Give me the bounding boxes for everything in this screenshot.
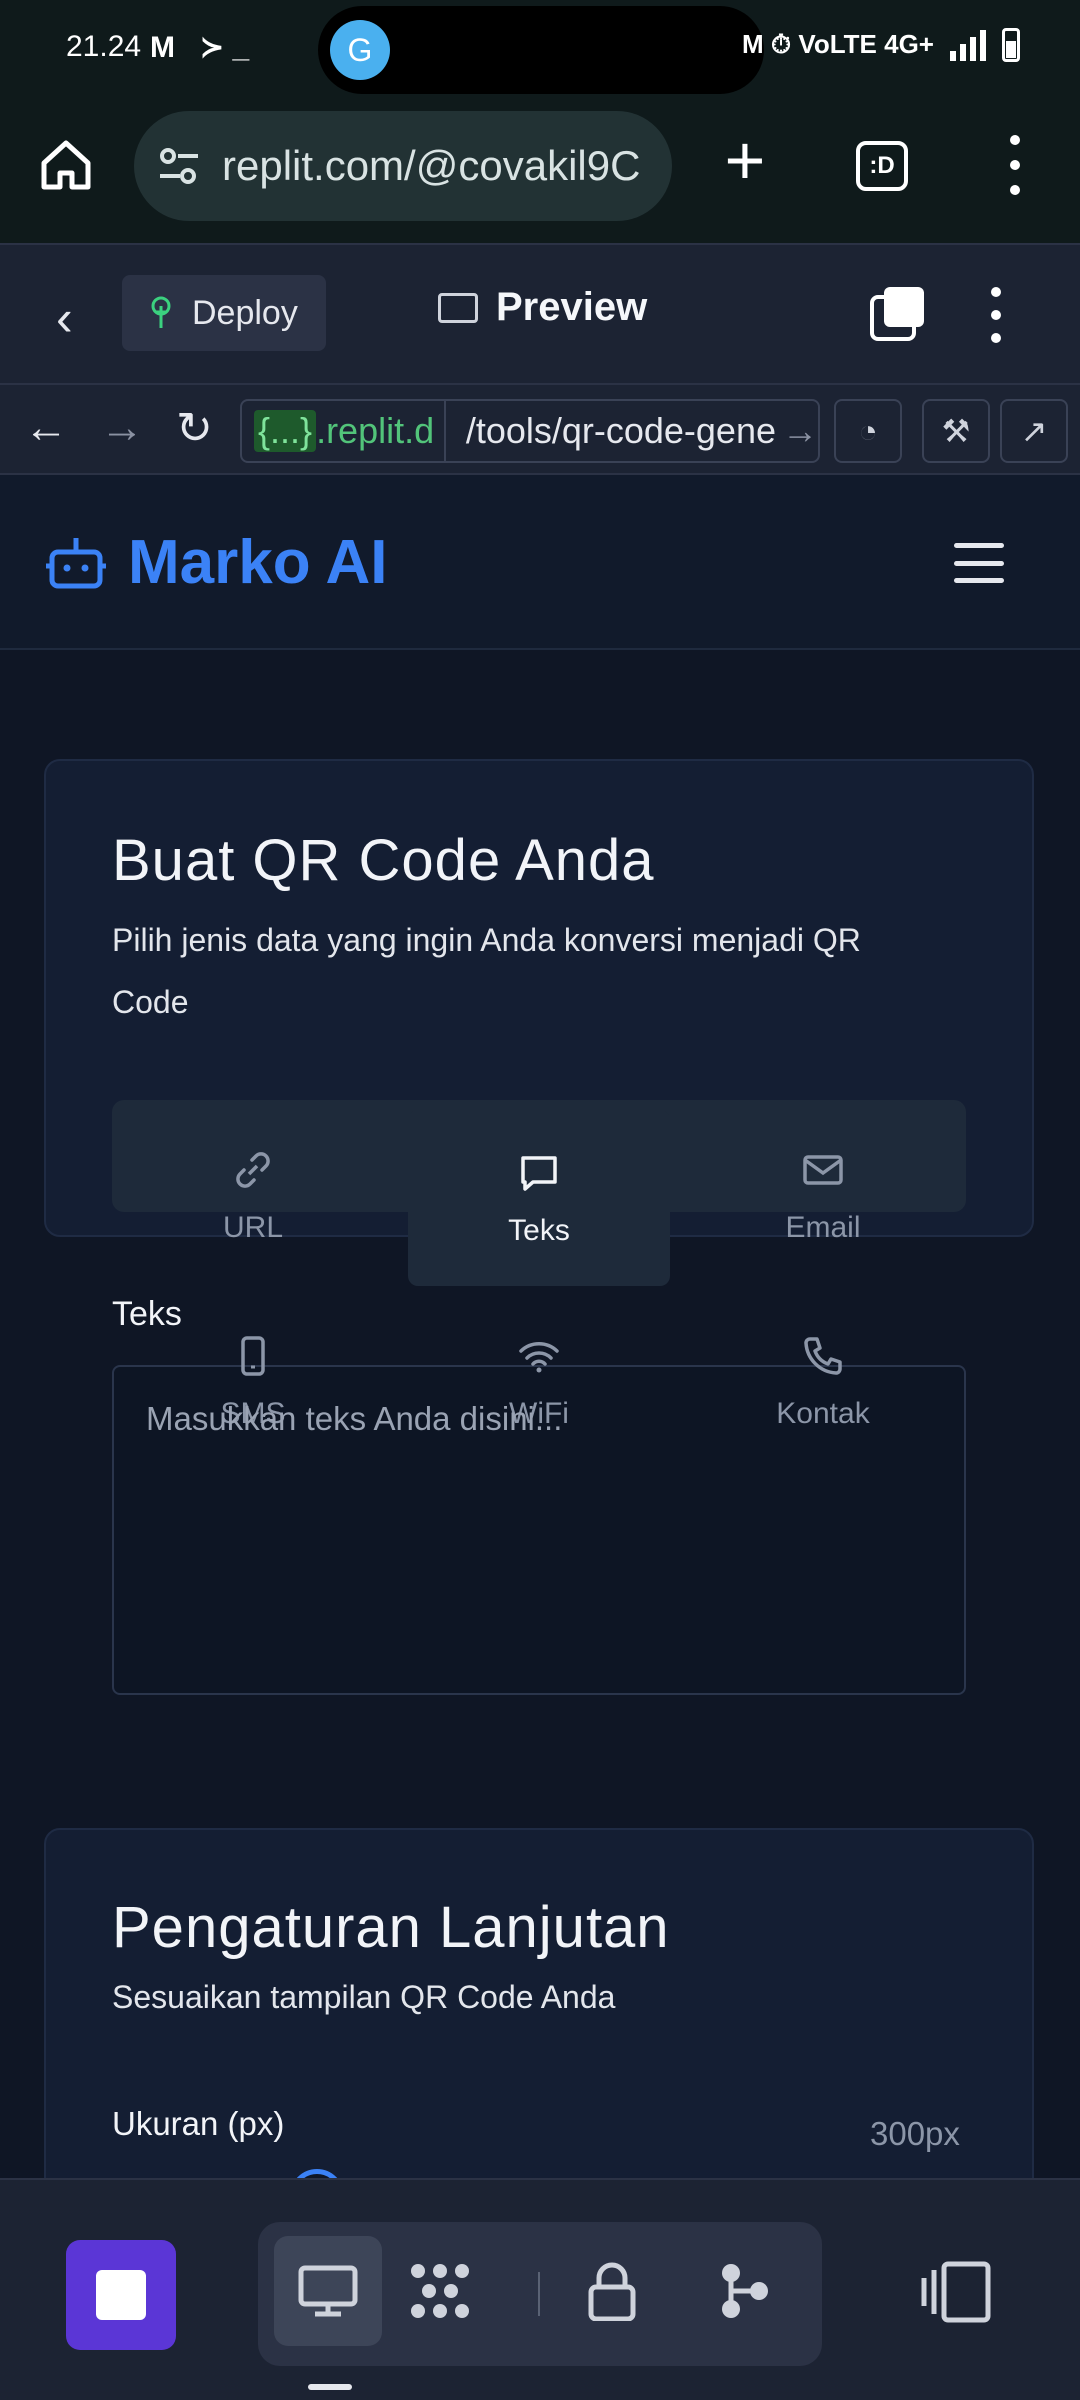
status-left-icons: M ≻_ bbox=[150, 31, 258, 64]
battery-icon bbox=[1002, 28, 1020, 62]
domain-text: .replit.d bbox=[316, 410, 435, 451]
panel-toggle-icon[interactable] bbox=[920, 2252, 1000, 2332]
screen: 21.24 M ≻_ G M ⏱ VoLTE 4G+ replit.com/@c… bbox=[0, 0, 1080, 2400]
replit-more-button[interactable] bbox=[986, 287, 1006, 343]
wifi-icon bbox=[519, 1342, 559, 1373]
wrench-icon[interactable]: ⚒ bbox=[922, 399, 990, 463]
preview-tab[interactable]: Preview bbox=[438, 285, 647, 330]
preview-url-field[interactable]: {...} .replit.d /tools/qr-code-gene → bbox=[240, 399, 820, 463]
lock-icon[interactable] bbox=[558, 2236, 666, 2346]
tab-email[interactable]: Email bbox=[692, 1147, 954, 1245]
gesture-bar bbox=[308, 2384, 352, 2390]
status-bar: 21.24 M ≻_ G M ⏱ VoLTE 4G+ bbox=[0, 0, 1080, 105]
preview-forward-icon[interactable]: → bbox=[100, 403, 144, 453]
dock-tool-group bbox=[258, 2222, 822, 2366]
create-card-subtitle-1: Pilih jenis data yang ingin Anda konvers… bbox=[112, 922, 861, 958]
robot-icon bbox=[46, 537, 106, 588]
phone-icon bbox=[241, 1336, 265, 1376]
preview-navbar: ← → ↻ {...} .replit.d /tools/qr-code-gen… bbox=[0, 383, 1080, 475]
tab-switcher-button[interactable]: :D bbox=[856, 141, 908, 191]
advanced-card-subtitle: Sesuaikan tampilan QR Code Anda bbox=[112, 1979, 616, 2015]
size-label: Ukuran (px) bbox=[112, 2105, 285, 2142]
go-arrow-icon[interactable]: → bbox=[776, 410, 818, 452]
tab-kontak-label: Kontak bbox=[776, 1397, 870, 1430]
tab-teks[interactable]: Teks bbox=[408, 1110, 670, 1286]
text-field-label: Teks bbox=[112, 1295, 182, 1333]
palette-icon[interactable]: ◔ bbox=[834, 399, 902, 463]
site-header: Marko AI bbox=[0, 475, 1080, 650]
browser-toolbar: replit.com/@covakil9C + :D bbox=[0, 105, 1080, 243]
deploy-button[interactable]: Deploy bbox=[122, 275, 326, 351]
status-right-icons: M ⏱ VoLTE 4G+ bbox=[742, 28, 1020, 62]
google-avatar-icon: G bbox=[330, 20, 390, 80]
back-button[interactable]: ‹ bbox=[56, 289, 73, 347]
brand-name: Marko AI bbox=[128, 528, 388, 597]
message-icon bbox=[521, 1156, 557, 1191]
deploy-label: Deploy bbox=[192, 293, 298, 332]
preview-domain: {...} .replit.d bbox=[242, 401, 446, 461]
preview-path: /tools/qr-code-gene bbox=[465, 410, 776, 451]
new-tab-button[interactable]: + bbox=[710, 125, 780, 197]
address-bar-url: replit.com/@covakil9C bbox=[222, 142, 641, 189]
preview-label: Preview bbox=[496, 285, 648, 329]
apps-dock-icon[interactable] bbox=[386, 2236, 494, 2346]
tab-url[interactable]: URL bbox=[122, 1147, 384, 1245]
signal-icon bbox=[950, 30, 986, 61]
status-time: 21.24 bbox=[66, 30, 142, 63]
create-card-subtitle-2: Code bbox=[112, 984, 189, 1020]
preview-back-icon[interactable]: ← bbox=[24, 403, 68, 453]
site-settings-icon[interactable] bbox=[158, 145, 200, 187]
status-right-text: M ⏱ VoLTE 4G+ bbox=[742, 29, 934, 59]
preview-dock-icon[interactable] bbox=[274, 2236, 382, 2346]
monitor-icon bbox=[438, 292, 478, 323]
replit-header: ‹ Deploy Preview bbox=[0, 243, 1080, 383]
stop-button[interactable] bbox=[66, 2240, 176, 2350]
home-icon[interactable] bbox=[36, 135, 96, 195]
stop-icon bbox=[96, 2270, 146, 2320]
reload-icon[interactable]: ↻ bbox=[176, 403, 213, 454]
web-content: Marko AI Buat QR Code Anda Pilih jenis d… bbox=[0, 475, 1080, 2178]
tabs-stack-icon[interactable] bbox=[870, 287, 924, 341]
advanced-card-title: Pengaturan Lanjutan bbox=[112, 1895, 670, 1960]
hamburger-menu-icon[interactable] bbox=[954, 543, 1004, 583]
link-icon bbox=[236, 1152, 270, 1188]
browser-menu-button[interactable] bbox=[1000, 135, 1030, 195]
tab-email-label: Email bbox=[785, 1211, 861, 1244]
mail-icon bbox=[803, 1155, 843, 1185]
brand[interactable]: Marko AI bbox=[46, 527, 388, 598]
dock-separator bbox=[538, 2272, 540, 2316]
create-card-title: Buat QR Code Anda bbox=[112, 828, 655, 893]
text-input-placeholder: Masukkan teks Anda disini... bbox=[146, 1400, 563, 1437]
tab-teks-label: Teks bbox=[508, 1214, 570, 1247]
deploy-icon bbox=[151, 296, 171, 328]
size-value: 300px bbox=[870, 2115, 960, 2152]
address-bar[interactable]: replit.com/@covakil9C bbox=[134, 111, 672, 221]
open-external-icon[interactable]: ↗ bbox=[1000, 399, 1068, 463]
replit-bottom-dock bbox=[0, 2178, 1080, 2400]
contact-phone-icon bbox=[804, 1337, 842, 1375]
domain-brace: {...} bbox=[254, 410, 317, 452]
tab-url-label: URL bbox=[222, 1211, 283, 1244]
tab-kontak[interactable]: Kontak bbox=[692, 1333, 954, 1431]
git-branch-icon[interactable] bbox=[690, 2236, 798, 2346]
